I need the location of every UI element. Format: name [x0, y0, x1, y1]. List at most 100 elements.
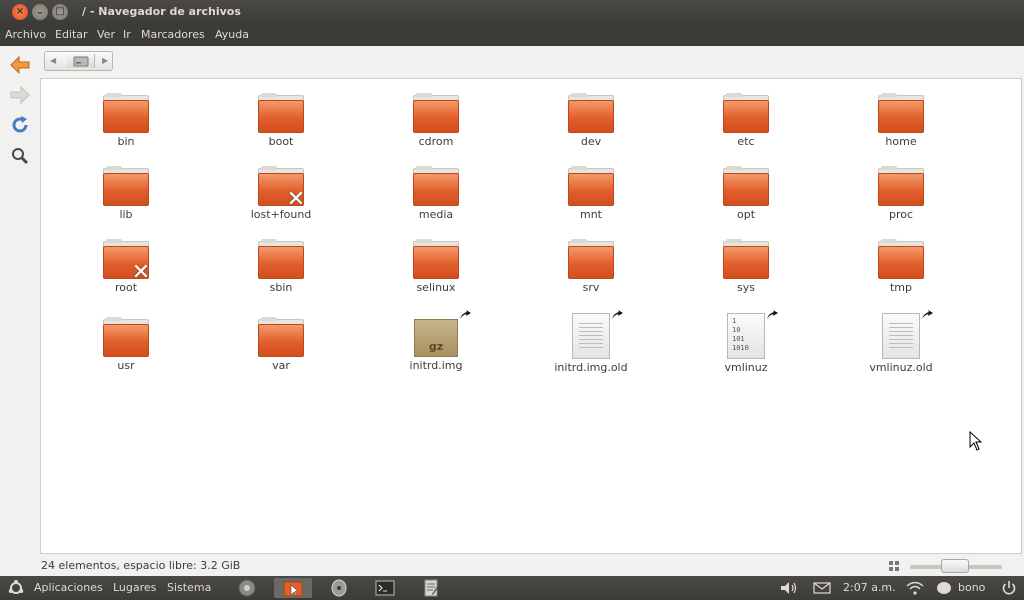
folder-icon — [258, 93, 304, 133]
menu-ver[interactable]: Ver — [97, 28, 115, 41]
location-pathbar: ◀ ▶ — [44, 51, 113, 71]
folder-icon — [413, 166, 459, 206]
file-item[interactable]: dev — [536, 93, 646, 148]
menu-marcadores[interactable]: Marcadores — [141, 28, 205, 41]
file-item[interactable]: 1 10 101 1010 vmlinuz — [691, 310, 801, 374]
symlink-arrow-icon — [460, 310, 471, 319]
folder-icon — [568, 166, 614, 206]
text-editor-launcher[interactable] — [412, 578, 450, 598]
text-file-icon — [882, 310, 933, 359]
file-item-label: media — [418, 208, 454, 221]
file-item[interactable]: selinux — [381, 239, 491, 294]
file-item[interactable]: tmp — [846, 239, 956, 294]
pathbar-root-button[interactable] — [67, 54, 95, 68]
forward-arrow-icon — [10, 86, 30, 104]
file-item-label: initrd.img — [409, 359, 463, 372]
no-access-emblem-icon: ✕ — [286, 187, 306, 212]
folder-icon — [103, 166, 149, 206]
file-item[interactable]: boot — [226, 93, 336, 148]
user-status-icon[interactable] — [936, 581, 952, 595]
back-button[interactable] — [9, 54, 31, 76]
places-menu[interactable]: Lugares — [113, 581, 156, 594]
harddisk-icon — [73, 56, 88, 67]
file-item[interactable]: vmlinuz.old — [846, 310, 956, 374]
reload-button[interactable] — [9, 114, 31, 136]
file-item[interactable]: initrd.img.old — [536, 310, 646, 374]
folder-icon — [568, 239, 614, 279]
pathbar-left-icon[interactable]: ◀ — [50, 56, 56, 65]
folder-task-icon — [283, 581, 303, 597]
folder-icon — [413, 239, 459, 279]
terminal-launcher[interactable] — [366, 578, 404, 598]
folder-icon — [258, 239, 304, 279]
zoom-icon[interactable] — [888, 560, 900, 572]
file-item[interactable]: sys — [691, 239, 801, 294]
folder-icon — [413, 93, 459, 133]
file-item-label: var — [272, 359, 290, 372]
file-item[interactable]: mnt — [536, 166, 646, 221]
file-item[interactable]: home — [846, 93, 956, 148]
ubuntu-logo-icon[interactable] — [8, 580, 24, 596]
file-item[interactable]: cdrom — [381, 93, 491, 148]
volume-icon[interactable] — [780, 581, 798, 595]
file-item[interactable]: lib — [71, 166, 181, 221]
file-item[interactable]: usr — [71, 317, 181, 372]
file-item-label: cdrom — [418, 135, 454, 148]
folder-icon — [723, 239, 769, 279]
mail-icon[interactable] — [813, 582, 831, 594]
menu-editar[interactable]: Editar — [55, 28, 88, 41]
applications-menu[interactable]: Aplicaciones — [34, 581, 103, 594]
file-manager-task[interactable] — [274, 578, 312, 598]
menu-bar: Archivo Editar Ver Ir Marcadores Ayuda — [0, 24, 1024, 46]
file-item-label: lost+found — [250, 208, 312, 221]
maximize-window-button[interactable]: □ — [52, 4, 68, 20]
menu-archivo[interactable]: Archivo — [5, 28, 46, 41]
archive-icon: gz — [414, 310, 471, 357]
forward-button[interactable] — [9, 84, 31, 106]
folder-icon: ✕ — [103, 239, 150, 284]
folder-icon — [878, 93, 924, 133]
file-item-label: root — [114, 281, 138, 294]
folder-icon — [568, 93, 614, 133]
close-window-button[interactable]: × — [12, 4, 28, 20]
file-item-label: home — [885, 135, 917, 148]
file-item[interactable]: ✕ root — [71, 239, 181, 294]
system-menu[interactable]: Sistema — [167, 581, 211, 594]
file-item[interactable]: media — [381, 166, 491, 221]
file-item-label: proc — [888, 208, 914, 221]
file-item[interactable]: opt — [691, 166, 801, 221]
binary-file-icon: 1 10 101 1010 — [727, 310, 778, 359]
file-item-label: bin — [117, 135, 135, 148]
user-name[interactable]: bono — [958, 581, 985, 594]
file-item[interactable]: bin — [71, 93, 181, 148]
file-item[interactable]: etc — [691, 93, 801, 148]
text-editor-icon — [424, 579, 439, 597]
file-item[interactable]: var — [226, 317, 336, 372]
no-access-emblem-icon: ✕ — [131, 260, 151, 285]
file-icon-view[interactable]: bin boot cdrom dev etc home lib ✕ lost+found medi… — [40, 78, 1022, 554]
file-item-label: vmlinuz — [724, 361, 768, 374]
status-text: 24 elementos, espacio libre: 3.2 GiB — [41, 559, 241, 572]
file-item[interactable]: ✕ lost+found — [226, 166, 336, 221]
browser-icon — [238, 579, 256, 597]
file-item[interactable]: srv — [536, 239, 646, 294]
chromium-launcher[interactable] — [228, 578, 266, 598]
file-item-label: usr — [117, 359, 135, 372]
file-item[interactable]: gz initrd.img — [381, 310, 491, 372]
disc-icon — [331, 579, 347, 597]
file-item-label: dev — [580, 135, 602, 148]
minimize-window-button[interactable]: ⌄ — [32, 4, 48, 20]
symlink-arrow-icon — [767, 310, 778, 319]
power-icon[interactable] — [1001, 580, 1017, 596]
search-button[interactable] — [9, 145, 31, 167]
menu-ir[interactable]: Ir — [123, 28, 131, 41]
disk-utility-launcher[interactable] — [320, 578, 358, 598]
mouse-pointer-icon — [969, 431, 983, 451]
pathbar-right-icon[interactable]: ▶ — [102, 56, 108, 65]
menu-ayuda[interactable]: Ayuda — [215, 28, 249, 41]
file-item[interactable]: proc — [846, 166, 956, 221]
file-item[interactable]: sbin — [226, 239, 336, 294]
clock[interactable]: 2:07 a.m. — [843, 581, 896, 594]
zoom-slider-handle[interactable] — [941, 559, 969, 573]
wifi-icon[interactable] — [906, 581, 924, 595]
